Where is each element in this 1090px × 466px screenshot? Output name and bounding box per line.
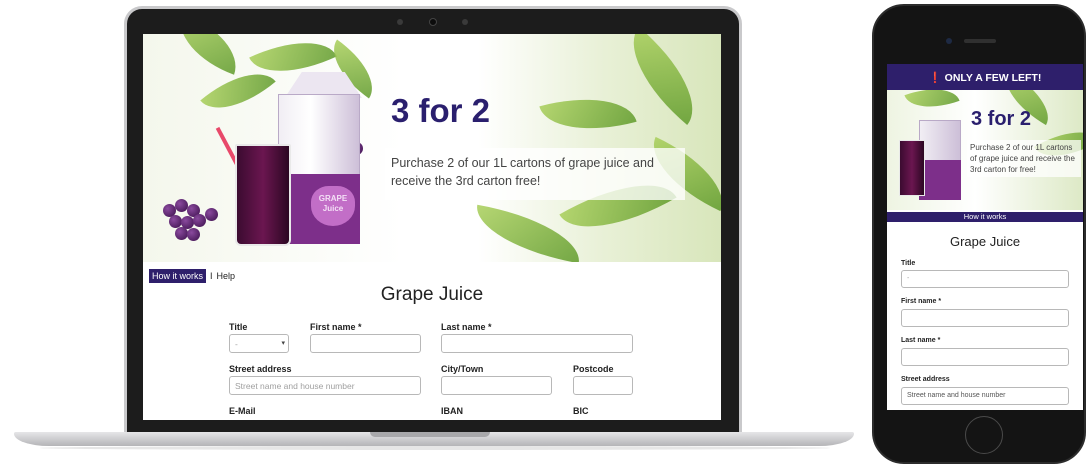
first-name-label: First name * [310, 322, 362, 332]
mobile-how-it-works[interactable]: How it works [887, 212, 1083, 222]
nav-how-it-works[interactable]: How it works [149, 269, 207, 283]
mobile-page: ❗ ONLY A FEW LEFT! 3 for 2 Purchase 2 of… [887, 64, 1083, 410]
carton-label: GRAPE Juice [311, 186, 355, 226]
carton-band [919, 160, 961, 200]
grape-icon [187, 228, 200, 241]
mobile-street-input[interactable]: Street name and house number [901, 387, 1069, 405]
juice-glass-image [235, 144, 291, 246]
home-button[interactable] [965, 416, 1003, 454]
city-input[interactable] [441, 376, 552, 395]
grape-icon [193, 214, 206, 227]
mobile-last-name-input[interactable] [901, 348, 1069, 366]
hero-banner: GRAPE Juice 3 for 2 Purchase 2 of our 1L… [143, 34, 721, 262]
juice-glass-image [899, 140, 925, 196]
mobile-last-name-label: Last name * [901, 337, 941, 344]
first-name-input[interactable] [310, 334, 421, 353]
grape-icon [205, 208, 218, 221]
title-select-value: - [235, 339, 238, 349]
street-label: Street address [229, 364, 292, 374]
mobile-title-label: Title [901, 260, 916, 267]
city-label: City/Town [441, 364, 484, 374]
street-input[interactable]: Street name and house number [229, 376, 421, 395]
leaf-decoration [539, 83, 637, 145]
last-name-input[interactable] [441, 334, 633, 353]
mobile-page-title: Grape Juice [949, 234, 1021, 249]
bic-label: BIC [573, 406, 589, 416]
mobile-hero-text: Purchase 2 of our 1L cartons of grape ju… [967, 140, 1081, 177]
postcode-input[interactable] [573, 376, 633, 395]
front-camera-icon [946, 38, 952, 44]
last-name-label: Last name * [441, 322, 492, 332]
hero-text: Purchase 2 of our 1L cartons of grape ju… [385, 148, 685, 200]
laptop-notch [370, 432, 490, 437]
mobile-title-select[interactable]: - [901, 270, 1069, 288]
stock-banner: ❗ ONLY A FEW LEFT! [887, 64, 1083, 90]
page-title: Grape Juice [380, 284, 484, 305]
select-arrow-icon: ▾ [281, 340, 285, 347]
iban-label: IBAN [441, 406, 463, 416]
leaf-decoration [904, 90, 960, 118]
title-select[interactable]: - ▾ [229, 334, 289, 353]
email-label: E-Mail [229, 406, 256, 416]
mobile-first-name-input[interactable] [901, 309, 1069, 327]
nav-help[interactable]: Help [217, 271, 236, 281]
postcode-label: Postcode [573, 364, 614, 374]
nav-separator: I [210, 271, 213, 281]
sensor-icon [397, 19, 403, 25]
nav-bar: How it works I Help [149, 269, 235, 283]
speaker-icon [964, 39, 996, 43]
mobile-street-label: Street address [901, 376, 950, 383]
laptop-shadow [40, 446, 830, 450]
leaf-decoration [168, 34, 248, 75]
webcam-icon [429, 18, 437, 26]
mobile-first-name-label: First name * [901, 298, 942, 305]
sensor-icon [462, 19, 468, 25]
mobile-hero-headline: 3 for 2 [971, 108, 1032, 130]
stock-banner-text: ONLY A FEW LEFT! [944, 72, 1042, 84]
exclamation-circle-icon: ❗ [928, 72, 942, 84]
title-label: Title [229, 322, 248, 332]
mockup-stage: GRAPE Juice 3 for 2 Purchase 2 of our 1L… [0, 0, 1090, 466]
hero-headline: 3 for 2 [391, 92, 491, 129]
desktop-page: GRAPE Juice 3 for 2 Purchase 2 of our 1L… [143, 34, 721, 420]
mobile-hero: 3 for 2 Purchase 2 of our 1L cartons of … [887, 90, 1083, 210]
